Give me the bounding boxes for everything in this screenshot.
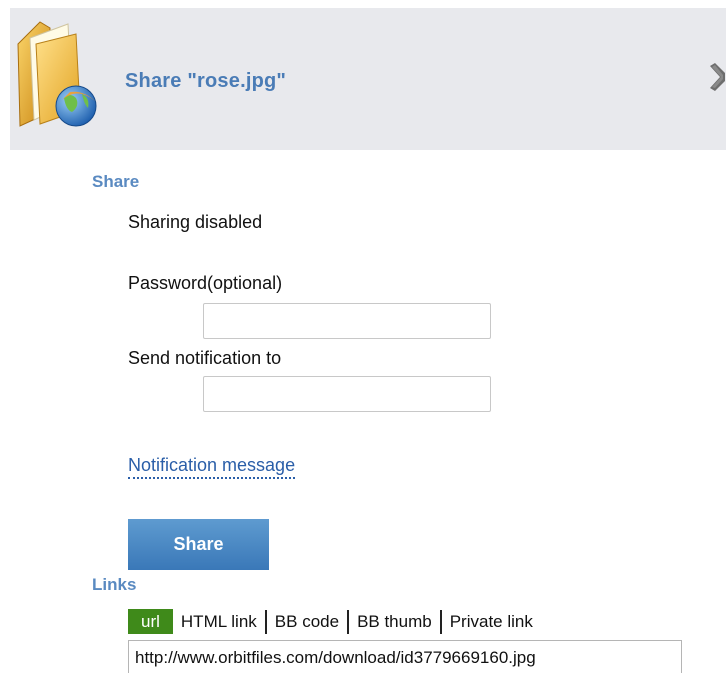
- share-url-field[interactable]: http://www.orbitfiles.com/download/id377…: [128, 640, 682, 673]
- links-section-heading: Links: [92, 575, 137, 594]
- tab-bb-thumb[interactable]: BB thumb: [349, 609, 440, 634]
- password-input[interactable]: [203, 303, 491, 339]
- close-icon[interactable]: [708, 60, 726, 94]
- sharing-status: Sharing disabled: [128, 212, 263, 232]
- tab-url[interactable]: url: [128, 609, 173, 634]
- folder-globe-icon: [17, 21, 97, 127]
- tab-bb-code[interactable]: BB code: [267, 609, 347, 634]
- send-notification-label: Send notification to: [128, 348, 282, 368]
- share-dialog: Share "rose.jpg" Share Sharing disabled …: [0, 0, 726, 673]
- share-section-heading: Share: [92, 172, 140, 191]
- notification-email-input[interactable]: [203, 376, 491, 412]
- tab-html-link[interactable]: HTML link: [173, 609, 265, 634]
- dialog-title: Share "rose.jpg": [125, 70, 287, 92]
- password-label: Password(optional): [128, 273, 283, 293]
- link-format-tabs: url HTML link BB code BB thumb Private l…: [128, 608, 541, 635]
- dialog-header: Share "rose.jpg": [10, 8, 726, 150]
- share-button[interactable]: Share: [128, 519, 269, 570]
- tab-private-link[interactable]: Private link: [442, 609, 541, 634]
- notification-message-link[interactable]: Notification message: [128, 455, 296, 479]
